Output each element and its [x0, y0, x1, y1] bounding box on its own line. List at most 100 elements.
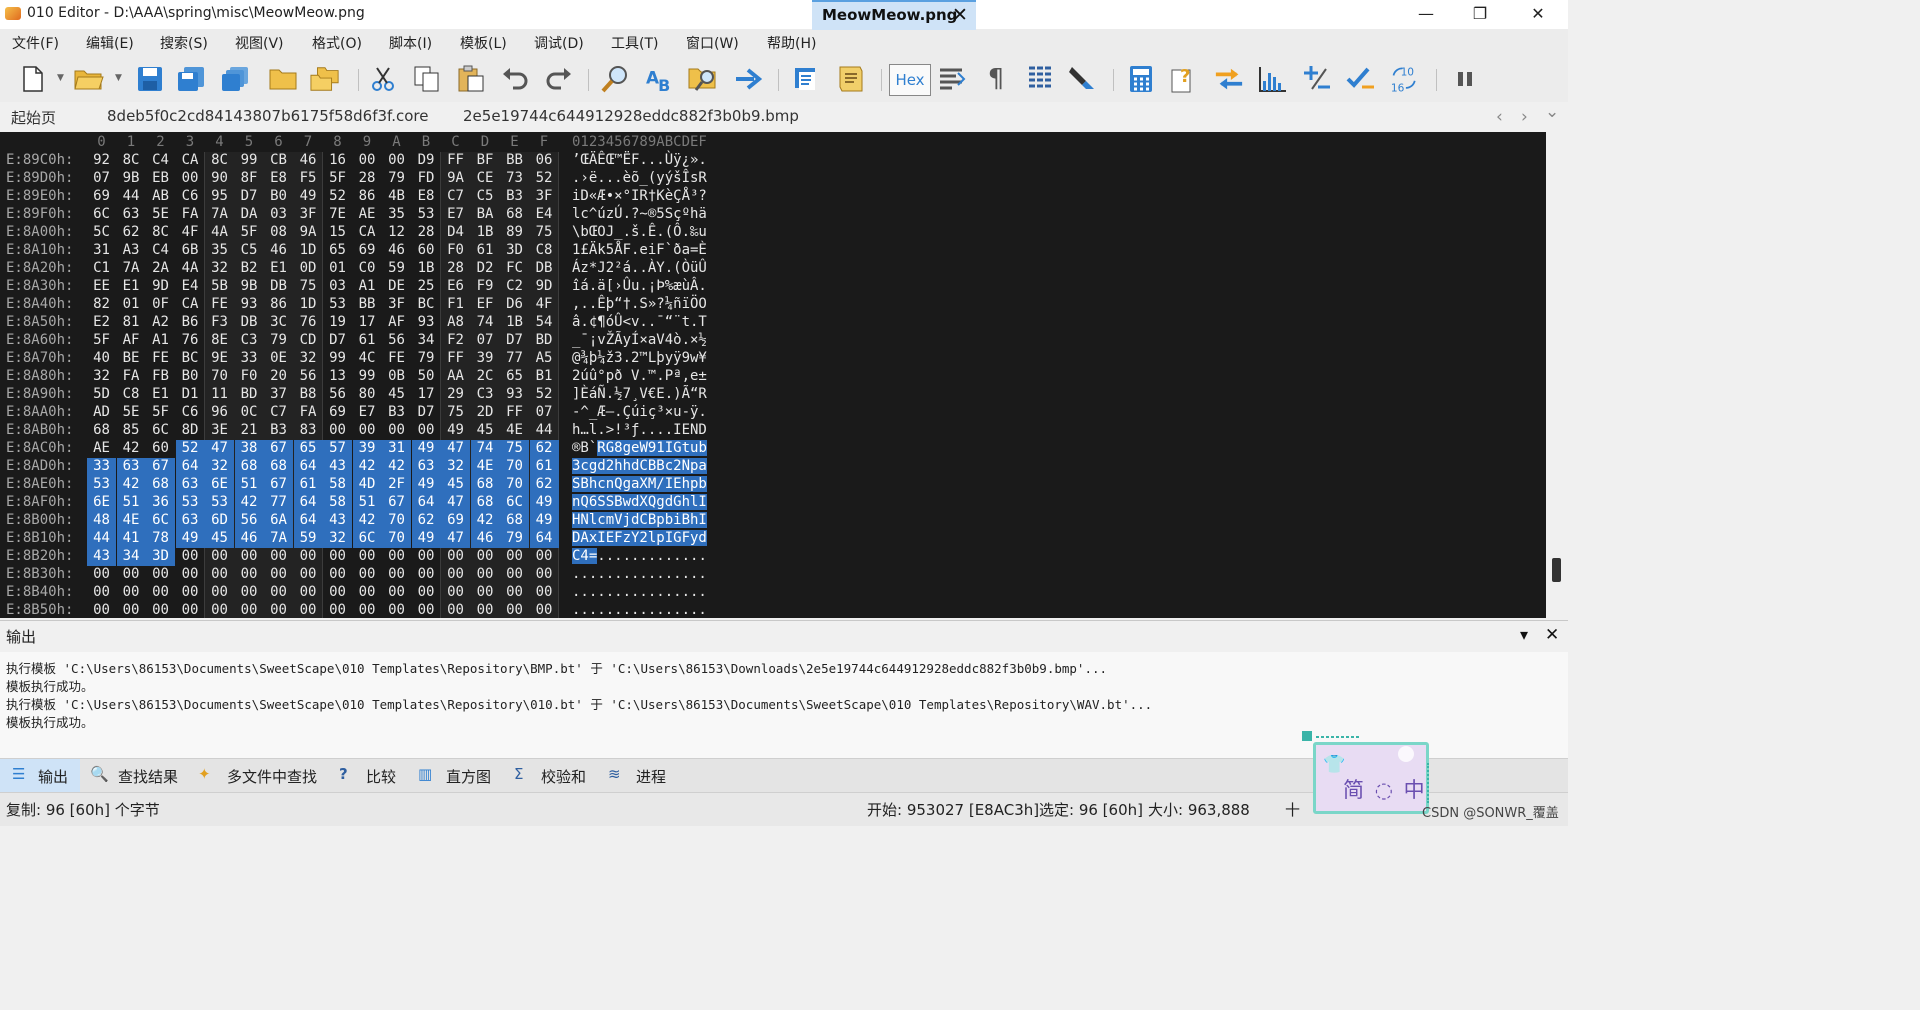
- calculator-icon[interactable]: [1126, 64, 1156, 94]
- hex-byte[interactable]: 61: [529, 458, 559, 476]
- hex-byte[interactable]: 00: [471, 548, 500, 566]
- ascii-row[interactable]: îá.ä[›Ûu.¡Þ%æùÂ.: [572, 278, 707, 296]
- paste-icon[interactable]: [456, 64, 486, 94]
- hex-byte[interactable]: 00: [382, 152, 411, 170]
- hex-byte[interactable]: C6: [176, 188, 205, 206]
- hex-byte[interactable]: 54: [530, 314, 559, 332]
- hex-byte[interactable]: C8: [530, 242, 559, 260]
- tab-find-results[interactable]: 查找结果: [118, 766, 178, 787]
- hex-byte[interactable]: FA: [117, 368, 146, 386]
- ascii-row[interactable]: ................: [572, 566, 707, 584]
- hex-byte[interactable]: 00: [205, 548, 234, 566]
- hex-byte[interactable]: F5: [294, 170, 323, 188]
- hex-byte[interactable]: 00: [530, 566, 559, 584]
- hex-byte[interactable]: 68: [500, 206, 529, 224]
- ascii-row[interactable]: ’ŒÄÊŒ™ËF...Ùÿ¿».: [572, 152, 707, 170]
- hex-byte[interactable]: 5B: [205, 278, 234, 296]
- hex-byte[interactable]: 4E: [116, 512, 146, 530]
- hex-byte[interactable]: FF: [441, 350, 470, 368]
- hex-byte[interactable]: 45: [382, 386, 411, 404]
- hex-byte[interactable]: 16: [323, 152, 352, 170]
- hex-byte[interactable]: AB: [146, 188, 175, 206]
- menu-search[interactable]: 搜索(S): [160, 33, 208, 53]
- hex-byte[interactable]: D9: [412, 152, 441, 170]
- hex-byte[interactable]: 00: [500, 548, 529, 566]
- hex-byte[interactable]: C5: [471, 188, 500, 206]
- hex-byte[interactable]: 8C: [117, 152, 146, 170]
- compare-icon[interactable]: [1214, 64, 1244, 94]
- hex-byte[interactable]: EF: [471, 296, 500, 314]
- hex-byte[interactable]: 44: [117, 188, 146, 206]
- hex-byte[interactable]: 9B: [235, 278, 264, 296]
- hex-byte[interactable]: 9B: [117, 170, 146, 188]
- hex-byte[interactable]: 61: [293, 476, 323, 494]
- workspace-icon[interactable]: [310, 64, 340, 94]
- hex-byte[interactable]: 00: [323, 584, 352, 602]
- hex-byte[interactable]: 00: [500, 566, 529, 584]
- hex-byte[interactable]: 28: [353, 170, 382, 188]
- find-replace-icon[interactable]: AB: [645, 64, 675, 94]
- hex-byte[interactable]: AE: [87, 440, 116, 458]
- hex-byte[interactable]: 67: [382, 494, 411, 512]
- hex-byte[interactable]: 74: [471, 314, 500, 332]
- hex-byte[interactable]: 47: [441, 530, 470, 548]
- hex-byte[interactable]: AA: [441, 368, 470, 386]
- copy-icon[interactable]: [412, 64, 442, 94]
- hex-byte[interactable]: BE: [117, 350, 146, 368]
- hex-byte[interactable]: 43: [323, 512, 352, 530]
- hex-byte[interactable]: 00: [235, 584, 264, 602]
- hex-byte[interactable]: 49: [411, 476, 441, 494]
- hex-byte[interactable]: 00: [176, 548, 205, 566]
- hex-byte[interactable]: 75: [500, 440, 529, 458]
- hex-byte[interactable]: 20: [264, 368, 293, 386]
- hex-byte[interactable]: 4E: [470, 458, 500, 476]
- hex-byte[interactable]: DB: [264, 278, 293, 296]
- hex-byte[interactable]: 68: [234, 458, 264, 476]
- hex-byte[interactable]: 3C: [264, 314, 293, 332]
- hex-byte[interactable]: A3: [117, 242, 146, 260]
- hex-byte[interactable]: C3: [235, 332, 264, 350]
- ascii-row[interactable]: 2úû°pð V.™.Pª,e±: [572, 368, 707, 386]
- hex-byte[interactable]: BC: [176, 350, 205, 368]
- hex-byte[interactable]: 69: [87, 188, 116, 206]
- hex-byte[interactable]: 83: [294, 422, 323, 440]
- hex-byte[interactable]: 00: [87, 602, 116, 618]
- ascii-row[interactable]: _¯¡vŽÃyÍ×aV4ò.×½: [572, 332, 707, 350]
- hex-byte[interactable]: 00: [382, 548, 411, 566]
- hex-byte[interactable]: FC: [500, 260, 529, 278]
- hex-byte[interactable]: A1: [146, 332, 175, 350]
- hex-byte[interactable]: A1: [353, 278, 382, 296]
- hex-byte[interactable]: 76: [176, 332, 205, 350]
- tab-checksum[interactable]: 校验和: [541, 766, 586, 787]
- menu-script[interactable]: 脚本(I): [389, 33, 432, 53]
- hex-byte[interactable]: FF: [441, 152, 470, 170]
- hex-byte[interactable]: 57: [323, 440, 352, 458]
- save-icon[interactable]: [135, 64, 165, 94]
- hex-byte[interactable]: 00: [412, 548, 441, 566]
- hex-byte[interactable]: 5E: [146, 206, 175, 224]
- redo-icon[interactable]: [544, 64, 574, 94]
- hex-byte[interactable]: 99: [235, 152, 264, 170]
- ascii-row[interactable]: @¾þ¼ž3.2™Lþyÿ9w¥: [572, 350, 707, 368]
- hex-byte[interactable]: 35: [205, 242, 234, 260]
- hex-byte[interactable]: 00: [382, 422, 411, 440]
- hex-byte[interactable]: 00: [441, 584, 470, 602]
- minimize-button[interactable]: —: [1398, 0, 1454, 29]
- hex-byte[interactable]: 00: [353, 548, 382, 566]
- hex-byte[interactable]: 76: [294, 314, 323, 332]
- menu-window[interactable]: 窗口(W): [686, 33, 739, 53]
- hex-byte[interactable]: 31: [382, 440, 411, 458]
- hex-byte[interactable]: FA: [294, 404, 323, 422]
- hex-byte[interactable]: 00: [382, 584, 411, 602]
- hex-byte[interactable]: 07: [87, 170, 116, 188]
- hex-byte[interactable]: 62: [117, 224, 146, 242]
- convert-icon[interactable]: [1346, 64, 1376, 94]
- hex-byte[interactable]: 53: [205, 494, 234, 512]
- hex-byte[interactable]: FB: [146, 368, 175, 386]
- hex-byte[interactable]: 00: [471, 602, 500, 618]
- ascii-row[interactable]: iD«Æ•×°IR†KèÇÅ³?: [572, 188, 707, 206]
- hex-byte[interactable]: C7: [441, 188, 470, 206]
- menu-template[interactable]: 模板(L): [460, 33, 507, 53]
- tab-core-file[interactable]: 8deb5f0c2cd84143807b6175f58d6f3f.core: [107, 107, 429, 125]
- hex-byte[interactable]: 56: [234, 512, 264, 530]
